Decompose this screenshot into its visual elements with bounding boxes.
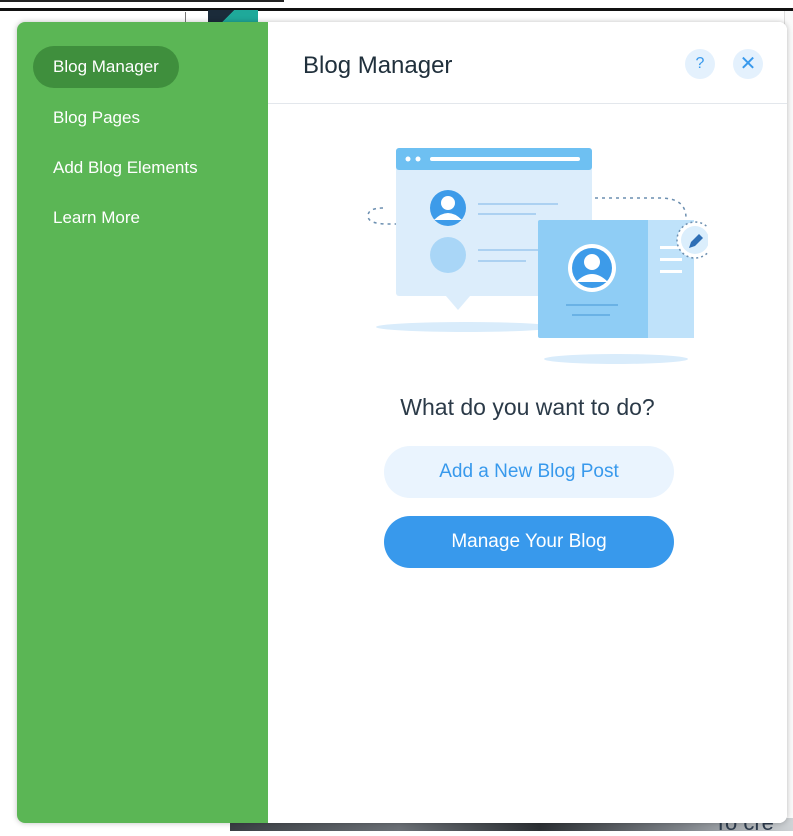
manage-your-blog-button[interactable]: Manage Your Blog [384,516,674,568]
sidebar-item-learn-more[interactable]: Learn More [33,197,160,239]
prompt-question: What do you want to do? [400,394,655,420]
profile-card-illustration [367,148,708,364]
sidebar: Blog Manager Blog Pages Add Blog Element… [17,22,268,823]
editor-topbar-edge [0,0,284,2]
sidebar-item-add-blog-elements[interactable]: Add Blog Elements [33,147,218,189]
editor-top-border [0,8,793,11]
sidebar-item-blog-pages[interactable]: Blog Pages [33,97,160,139]
main-content: Blog Manager ? ✕ What do you want to do?… [268,22,787,823]
sidebar-item-blog-manager[interactable]: Blog Manager [33,46,179,88]
panel-header: Blog Manager ? ✕ [268,22,787,104]
close-icon[interactable]: ✕ [733,49,763,79]
blog-manager-panel: Blog Manager Blog Pages Add Blog Element… [17,22,787,823]
panel-title: Blog Manager [303,52,453,79]
add-new-blog-post-button[interactable]: Add a New Blog Post [384,446,674,498]
help-icon[interactable]: ? [685,49,715,79]
